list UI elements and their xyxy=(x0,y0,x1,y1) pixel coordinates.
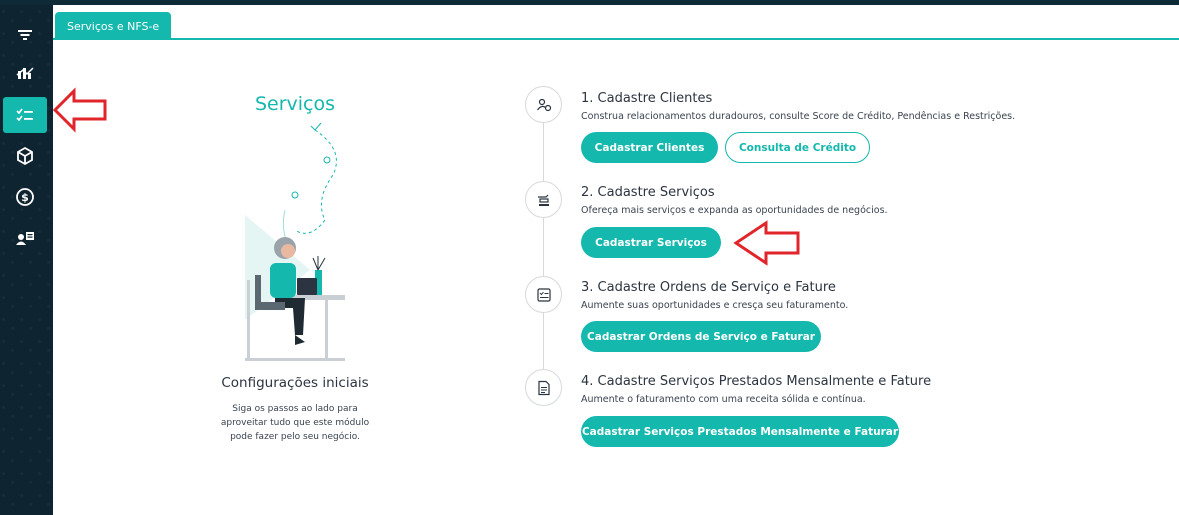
config-description: Siga os passos ao lado para aproveitar t… xyxy=(220,404,370,442)
step-1-icon-circle xyxy=(525,86,562,123)
config-title: Configurações iniciais xyxy=(221,375,369,391)
sidebar-item-finance[interactable]: $ xyxy=(3,179,47,215)
document-icon xyxy=(537,380,550,395)
sidebar-item-services[interactable] xyxy=(3,97,47,133)
steps-timeline xyxy=(543,110,544,390)
users-gear-icon xyxy=(536,98,551,111)
step-4-title: 4. Cadastre Serviços Prestados Mensalmen… xyxy=(581,374,932,389)
sidebar: $ xyxy=(0,5,53,515)
user-card-icon xyxy=(16,232,34,245)
sidebar-item-chart[interactable] xyxy=(3,55,47,91)
checklist-icon xyxy=(16,108,33,122)
step-3-description: Aumente suas oportunidades e cresça seu … xyxy=(581,300,849,311)
step-3-icon-circle xyxy=(525,276,562,313)
step-2-description: Ofereça mais serviços e expanda as oport… xyxy=(581,205,888,216)
sidebar-item-contacts[interactable] xyxy=(3,220,47,256)
annotation-arrow-left xyxy=(733,220,800,266)
cadastrar-ordens-servico-button[interactable]: Cadastrar Ordens de Serviço e Faturar xyxy=(581,321,821,352)
filter-icon xyxy=(18,30,32,40)
step-4-icon-circle xyxy=(525,369,562,406)
tab-servicos-nfse[interactable]: Serviços e NFS-e xyxy=(55,12,172,40)
step-1-title: 1. Cadastre Clientes xyxy=(581,91,713,106)
cadastrar-servicos-prestados-button[interactable]: Cadastrar Serviços Prestados Mensalmente… xyxy=(581,416,899,447)
step-3-title: 3. Cadastre Ordens de Serviço e Fature xyxy=(581,280,836,295)
consulta-credito-button[interactable]: Consulta de Crédito xyxy=(725,132,870,163)
page-title: Serviços xyxy=(254,93,336,115)
cadastrar-clientes-button[interactable]: Cadastrar Clientes xyxy=(581,132,718,163)
step-2-title: 2. Cadastre Serviços xyxy=(581,185,715,200)
sidebar-item-filter[interactable] xyxy=(3,17,47,53)
checklist-board-icon xyxy=(536,287,551,302)
chart-icon xyxy=(16,67,34,79)
box-icon xyxy=(17,146,33,166)
step-1-description: Construa relacionamentos duradouros, con… xyxy=(581,111,1016,122)
step-4-description: Aumente o faturamento com uma receita só… xyxy=(581,394,866,405)
dollar-icon: $ xyxy=(16,188,34,206)
tab-bar: Serviços e NFS-e xyxy=(53,5,1179,40)
svg-text:$: $ xyxy=(21,191,29,204)
annotation-arrow-left xyxy=(52,87,107,133)
service-hand-icon xyxy=(537,194,549,206)
sidebar-item-products[interactable] xyxy=(3,138,47,174)
cadastrar-servicos-button[interactable]: Cadastrar Serviços xyxy=(581,227,721,258)
step-2-icon-circle xyxy=(525,181,562,218)
person-at-desk-illustration xyxy=(245,122,345,361)
